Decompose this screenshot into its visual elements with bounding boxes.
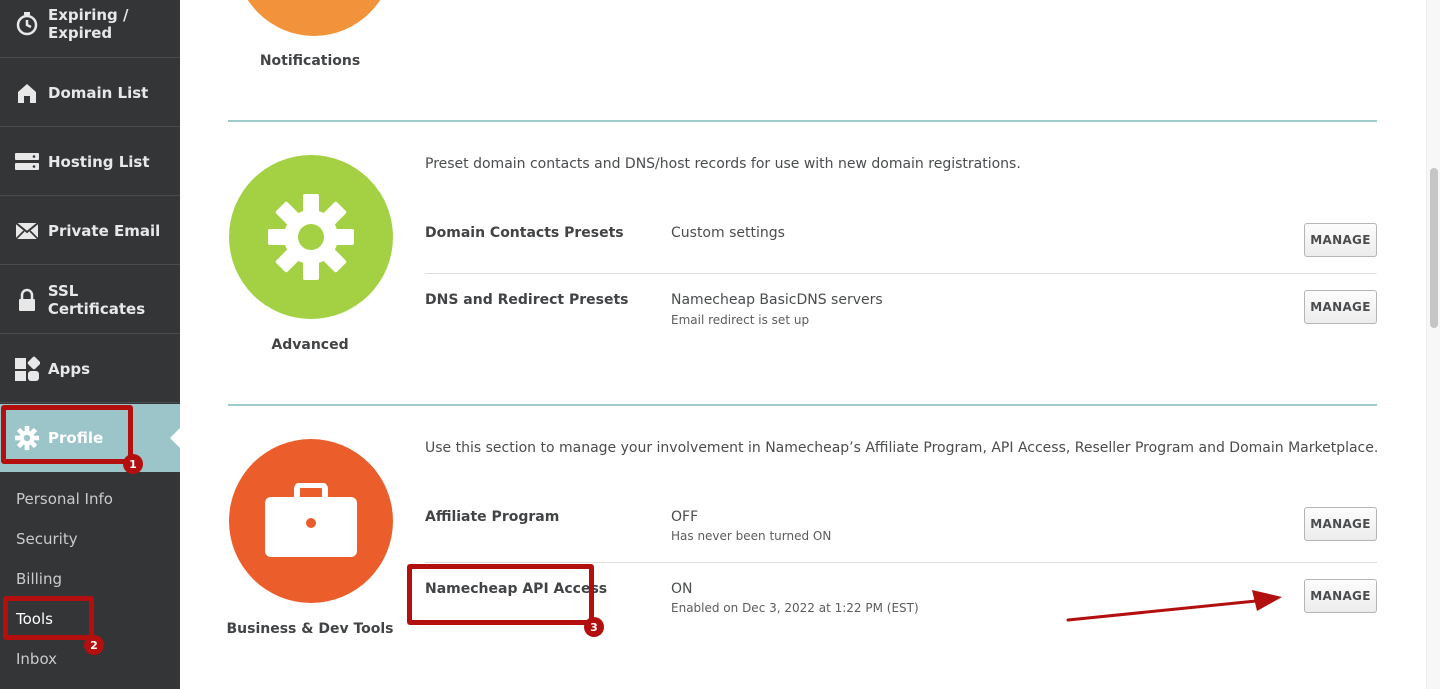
apps-grid-icon xyxy=(14,356,40,382)
row-value-affiliate-program: OFF xyxy=(671,509,699,525)
annotation-badge-2: 2 xyxy=(84,635,104,655)
notifications-label: Notifications xyxy=(259,53,361,69)
sidebar-item-domain-list[interactable]: Domain List xyxy=(0,59,180,127)
advanced-gear-icon xyxy=(229,155,393,319)
row-value-dns-redirect-presets: Namecheap BasicDNS servers xyxy=(671,292,883,308)
row-value-namecheap-api-access: ON xyxy=(671,581,693,597)
row-sub-affiliate-program: Has never been turned ON xyxy=(671,529,832,543)
manage-button-affiliate-program[interactable]: MANAGE xyxy=(1304,507,1377,541)
row-sub-dns-redirect-presets: Email redirect is set up xyxy=(671,313,810,327)
sidebar-item-label: Expiring / Expired xyxy=(48,5,129,42)
row-divider xyxy=(425,562,1377,563)
annotation-box-tools xyxy=(3,596,94,640)
sidebar-item-expiring[interactable]: Expiring / Expired xyxy=(0,0,180,58)
advanced-description: Preset domain contacts and DNS/host reco… xyxy=(425,156,1021,172)
timer-icon xyxy=(14,11,40,37)
sidebar-item-hosting-list[interactable]: Hosting List xyxy=(0,128,180,196)
advanced-label: Advanced xyxy=(271,337,349,353)
home-icon xyxy=(14,80,40,106)
annotation-arrow xyxy=(1066,590,1282,622)
row-title-affiliate-program: Affiliate Program xyxy=(425,509,560,525)
row-sub-namecheap-api-access: Enabled on Dec 3, 2022 at 1:22 PM (EST) xyxy=(671,601,919,615)
sidebar: Expiring / Expired Domain List Hosting L… xyxy=(0,0,180,689)
annotation-box-profile xyxy=(1,405,133,464)
business-description: Use this section to manage your involvem… xyxy=(425,440,1379,456)
envelope-icon xyxy=(14,218,40,244)
sidebar-subitem-billing[interactable]: Billing xyxy=(16,570,62,588)
row-title-domain-contacts-presets: Domain Contacts Presets xyxy=(425,225,624,241)
manage-button-dns-redirect-presets[interactable]: MANAGE xyxy=(1304,290,1377,324)
sidebar-subitem-personal-info[interactable]: Personal Info xyxy=(16,490,113,508)
annotation-badge-3: 3 xyxy=(584,617,604,637)
annotation-box-api-access xyxy=(407,564,594,625)
briefcase-icon xyxy=(229,439,393,603)
sidebar-item-apps[interactable]: Apps xyxy=(0,335,180,403)
lock-icon xyxy=(14,287,40,313)
scrollbar[interactable] xyxy=(1426,0,1440,689)
sidebar-item-label: Private Email xyxy=(48,221,161,240)
business-dev-tools-label: Business & Dev Tools xyxy=(226,621,394,637)
row-divider xyxy=(425,273,1377,274)
section-divider xyxy=(228,404,1377,406)
manage-button-namecheap-api-access[interactable]: MANAGE xyxy=(1304,579,1377,613)
section-divider xyxy=(228,120,1377,122)
row-title-dns-redirect-presets: DNS and Redirect Presets xyxy=(425,292,629,308)
sidebar-item-label: Domain List xyxy=(48,83,149,102)
sidebar-subitem-security[interactable]: Security xyxy=(16,530,78,548)
sidebar-subitem-inbox[interactable]: Inbox xyxy=(16,650,57,668)
sidebar-item-private-email[interactable]: Private Email xyxy=(0,197,180,265)
annotation-badge-1: 1 xyxy=(123,454,143,474)
sidebar-item-ssl-certificates[interactable]: SSL Certificates xyxy=(0,266,180,334)
scrollbar-thumb[interactable] xyxy=(1430,168,1438,328)
sidebar-item-label: Apps xyxy=(48,359,91,378)
server-icon xyxy=(14,149,40,175)
sidebar-item-label: Hosting List xyxy=(48,152,150,171)
manage-button-domain-contacts-presets[interactable]: MANAGE xyxy=(1304,223,1377,257)
row-value-domain-contacts-presets: Custom settings xyxy=(671,225,785,241)
sidebar-item-label: SSL Certificates xyxy=(47,281,146,318)
